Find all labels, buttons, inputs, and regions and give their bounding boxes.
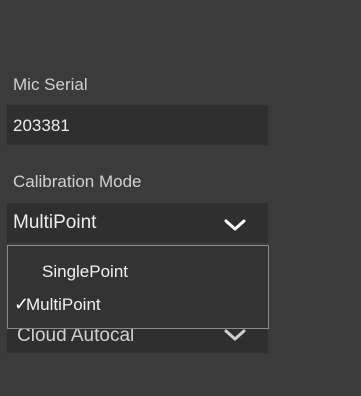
calibration-mode-selected-value: MultiPoint bbox=[13, 212, 97, 233]
dropdown-option-singlepoint[interactable]: SinglePoint bbox=[8, 255, 268, 287]
calibration-mode-label: Calibration Mode bbox=[13, 172, 142, 191]
dropdown-option-label: MultiPoint bbox=[26, 295, 101, 314]
chevron-down-icon[interactable] bbox=[224, 218, 246, 232]
dropdown-option-multipoint[interactable]: ✓ MultiPoint bbox=[8, 288, 268, 320]
chevron-down-icon[interactable] bbox=[224, 328, 246, 342]
dropdown-option-label: SinglePoint bbox=[42, 262, 129, 281]
mic-serial-value: 203381 bbox=[13, 116, 70, 135]
calibration-mode-select[interactable]: MultiPoint bbox=[7, 203, 268, 243]
mic-serial-label: Mic Serial bbox=[13, 75, 88, 94]
mic-serial-field[interactable]: 203381 bbox=[7, 105, 268, 145]
calibration-mode-dropdown-menu: SinglePoint ✓ MultiPoint bbox=[7, 245, 269, 329]
